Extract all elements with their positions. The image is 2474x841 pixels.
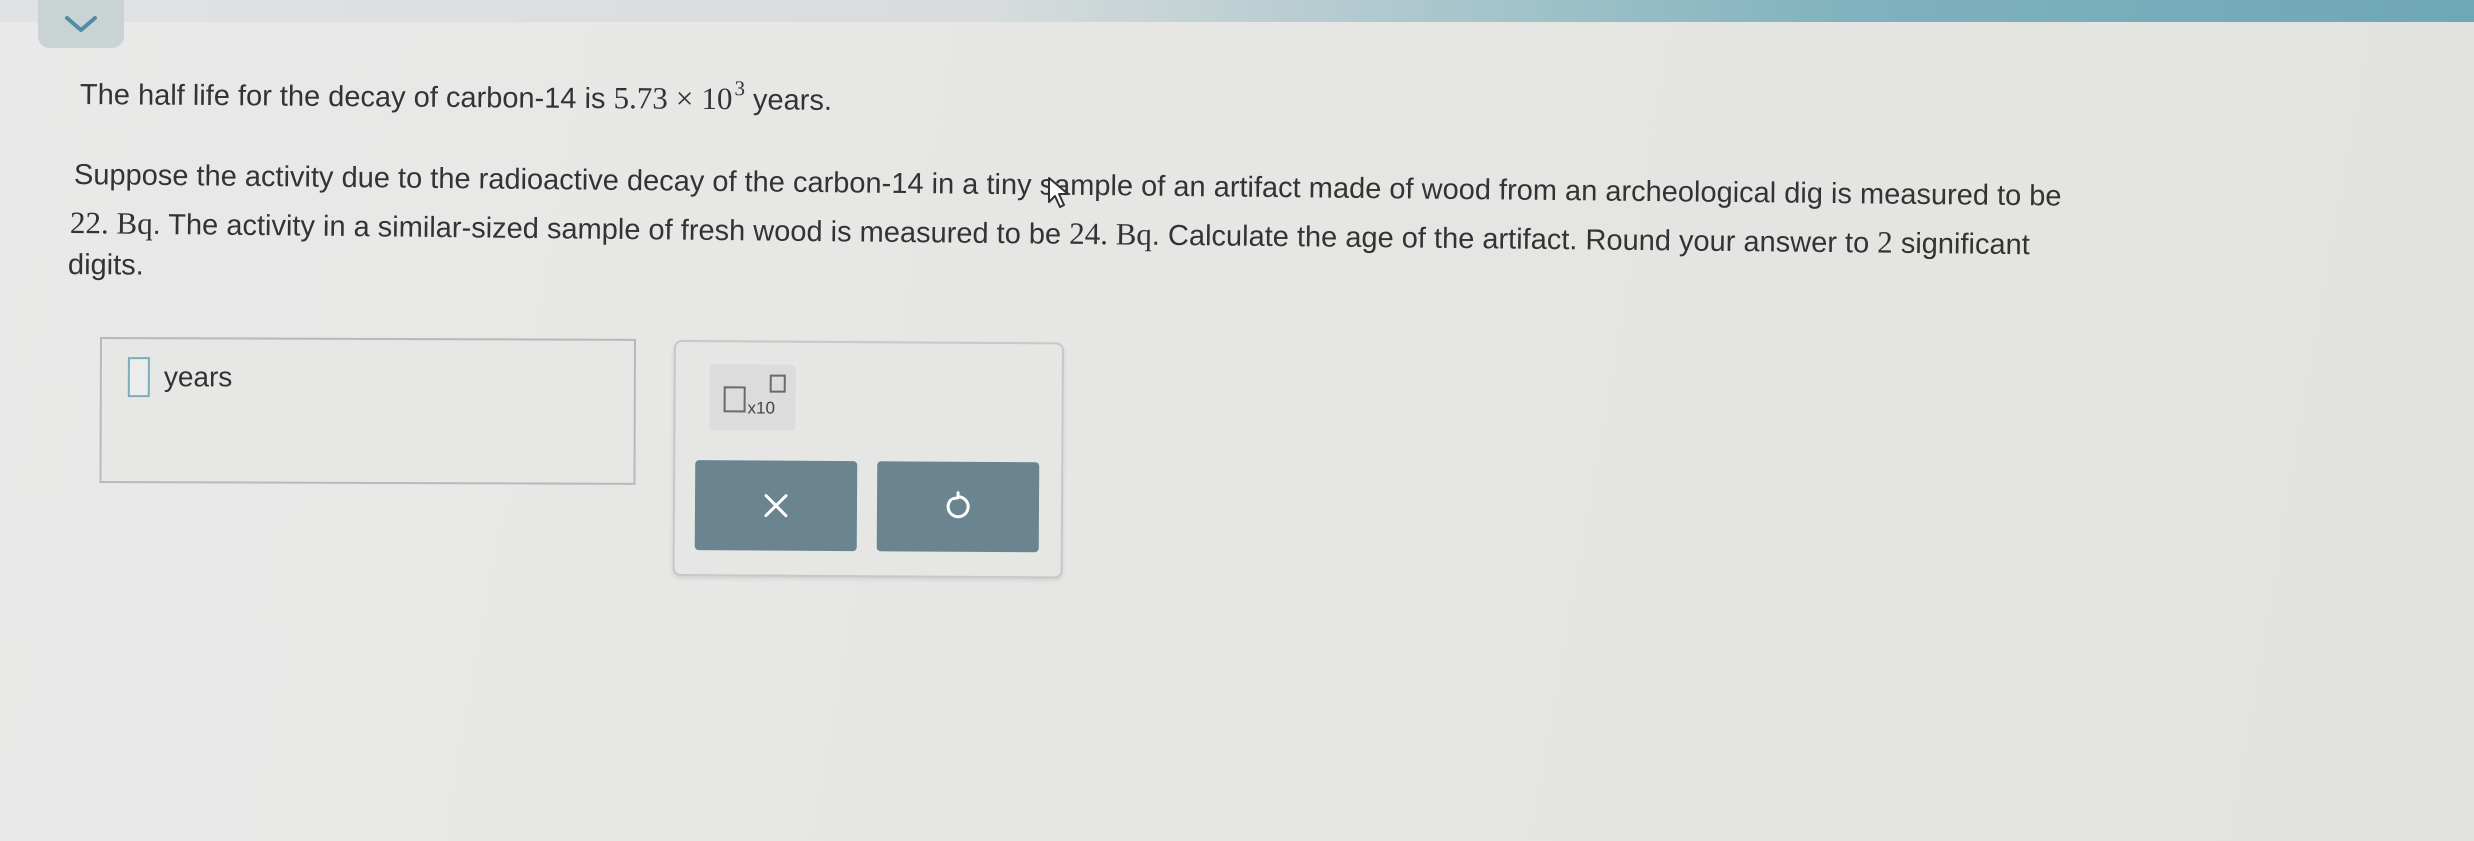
half-life-prefix: The half life for the decay of carbon-14…	[79, 79, 606, 116]
answer-box: years	[99, 337, 636, 485]
clear-button[interactable]	[694, 460, 858, 552]
undo-button[interactable]	[876, 461, 1040, 553]
half-life-exponent: 3	[734, 76, 746, 101]
question-paragraph-line-2: 22. Bq. The activity in a similar-sized …	[70, 205, 2030, 263]
x10-label: x10	[747, 398, 776, 418]
question-tail-text: significant	[1900, 227, 2030, 262]
question-end-text: . Calculate the age of the artifact. Rou…	[1151, 219, 1870, 260]
times-sign: ×	[675, 80, 694, 116]
chevron-down-icon	[65, 16, 97, 32]
x-icon	[764, 494, 788, 518]
half-life-statement: The half life for the decay of carbon-14…	[80, 76, 832, 121]
artifact-activity: 22. Bq	[69, 205, 153, 241]
half-life-suffix: years.	[752, 84, 833, 117]
answer-input[interactable]	[127, 357, 150, 398]
mouse-cursor-icon	[1048, 177, 1069, 208]
half-life-base: 10	[701, 80, 733, 117]
question-paragraph-line-3: digits.	[67, 249, 144, 282]
scientific-notation-button[interactable]: x10	[709, 364, 796, 431]
exponent-placeholder-icon	[769, 374, 786, 393]
question-mid-text: . The activity in a similar-sized sample…	[152, 208, 1062, 251]
top-accent-bar	[0, 0, 2474, 22]
collapse-toggle-button[interactable]	[38, 0, 124, 48]
answer-unit-label: years	[163, 361, 233, 393]
mantissa-placeholder-icon	[723, 386, 746, 413]
undo-icon	[946, 491, 970, 519]
half-life-mantissa: 5.73	[613, 80, 668, 116]
significant-figures-count: 2	[1877, 224, 1893, 260]
math-tools-panel: x10	[672, 340, 1064, 579]
fresh-wood-activity: 24. Bq	[1069, 215, 1153, 252]
